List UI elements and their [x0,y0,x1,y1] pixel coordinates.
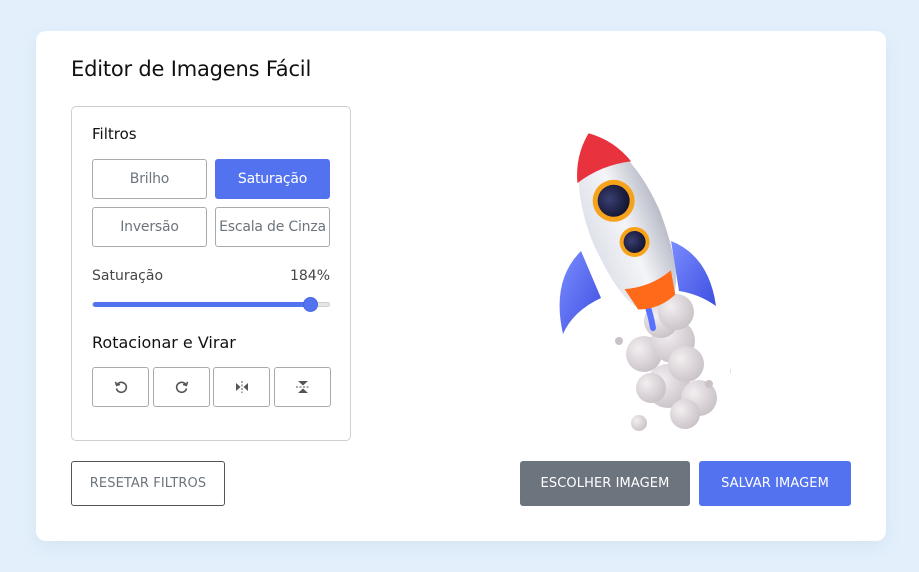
slider-value: 184% [289,268,330,284]
filter-brightness-button[interactable]: Brilho [92,159,207,199]
filter-saturation-button[interactable]: Saturação [215,159,330,199]
slider-thumb[interactable] [303,297,319,312]
choose-image-button[interactable]: ESCOLHER IMAGEM [520,461,690,506]
slider-info: Saturação 184% [92,268,330,284]
rotate-right-button[interactable] [153,367,210,407]
slider-fill [93,302,311,307]
rocket-image [559,133,740,431]
flip-vertical-icon [295,381,310,393]
page-title: Editor de Imagens Fácil [71,57,312,81]
image-preview [511,116,740,436]
rotate-left-button[interactable] [92,367,149,407]
filter-grayscale-button[interactable]: Escala de Cinza [215,207,330,247]
save-image-button[interactable]: SALVAR IMAGEM [699,461,851,506]
reset-filters-button[interactable]: RESETAR FILTROS [71,461,225,506]
rotate-heading: Rotacionar e Virar [92,333,236,352]
saturation-slider[interactable] [92,297,330,312]
flip-vertical-button[interactable] [274,367,331,407]
flip-horizontal-icon [235,381,248,393]
rotate-right-icon [175,381,188,394]
flip-horizontal-button[interactable] [213,367,270,407]
filters-heading: Filtros [92,125,137,143]
rotate-left-icon [114,381,127,394]
slider-name: Saturação [92,268,164,284]
filter-inversion-button[interactable]: Inversão [92,207,207,247]
controls-panel: Filtros Brilho Saturação Inversão Escala… [71,106,351,441]
editor-card: Editor de Imagens Fácil Filtros Brilho S… [36,31,886,541]
